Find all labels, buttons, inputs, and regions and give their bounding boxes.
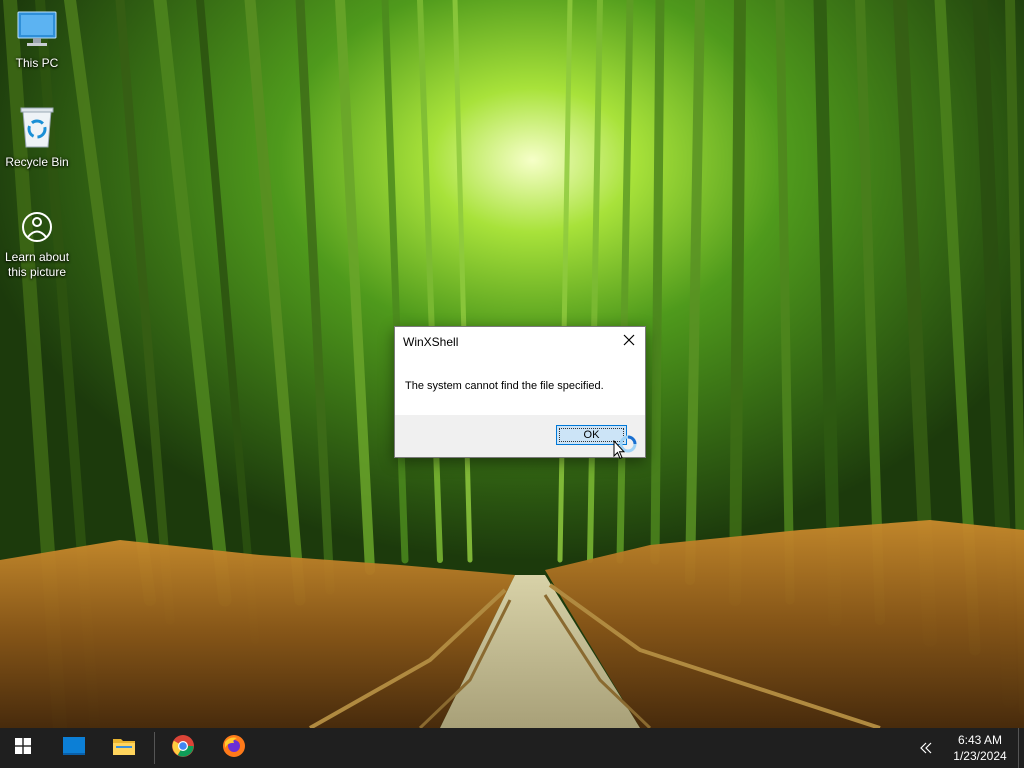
bamboo-stalk	[729, 0, 746, 606]
firefox-icon	[222, 734, 246, 762]
dialog-message: The system cannot find the file specifie…	[405, 380, 604, 392]
dialog-close-button[interactable]	[613, 327, 645, 357]
dialog-footer: OK	[395, 415, 645, 457]
close-icon	[623, 333, 635, 351]
taskbar-clock[interactable]: 6:43 AM 1/23/2024	[946, 732, 1014, 764]
taskbar-firefox-button[interactable]	[211, 728, 257, 768]
clock-date: 1/23/2024	[953, 749, 1007, 763]
tray-overflow-button[interactable]	[912, 728, 940, 768]
recycle-bin-icon	[0, 105, 74, 153]
desktop-icon-label: Recycle Bin	[5, 155, 69, 169]
show-desktop-icon	[63, 737, 85, 759]
clock-time: 6:43 AM	[957, 733, 1003, 747]
start-button[interactable]	[0, 728, 46, 768]
windows-start-icon	[15, 738, 31, 758]
dialog-body: The system cannot find the file specifie…	[395, 357, 645, 415]
desktop-icon-label: Learn about this picture	[4, 250, 70, 279]
taskbar-file-explorer-button[interactable]	[101, 728, 147, 768]
taskbar-chrome-button[interactable]	[160, 728, 206, 768]
desktop-icon-learn-about-picture[interactable]: Learn about this picture	[0, 210, 74, 280]
error-dialog: WinXShell The system cannot find the fil…	[394, 326, 646, 458]
taskbar-desktop-button[interactable]	[51, 728, 97, 768]
this-pc-icon	[0, 10, 74, 54]
chevron-left-icon	[920, 739, 932, 758]
desktop-icon-this-pc[interactable]: This PC	[0, 10, 74, 71]
desktop-icon-label: This PC	[15, 56, 59, 70]
folder-icon	[113, 737, 135, 759]
show-desktop-button[interactable]	[1018, 728, 1024, 768]
dialog-titlebar[interactable]: WinXShell	[395, 327, 645, 357]
mouse-pointer-icon	[613, 439, 626, 464]
taskbar: 6:43 AM 1/23/2024	[0, 728, 1024, 768]
chrome-icon	[171, 734, 195, 762]
learn-about-picture-icon	[0, 210, 74, 248]
dialog-title: WinXShell	[403, 335, 459, 349]
desktop-icon-recycle-bin[interactable]: Recycle Bin	[0, 105, 74, 170]
bamboo-stalk	[650, 0, 665, 565]
taskbar-separator	[154, 732, 155, 764]
